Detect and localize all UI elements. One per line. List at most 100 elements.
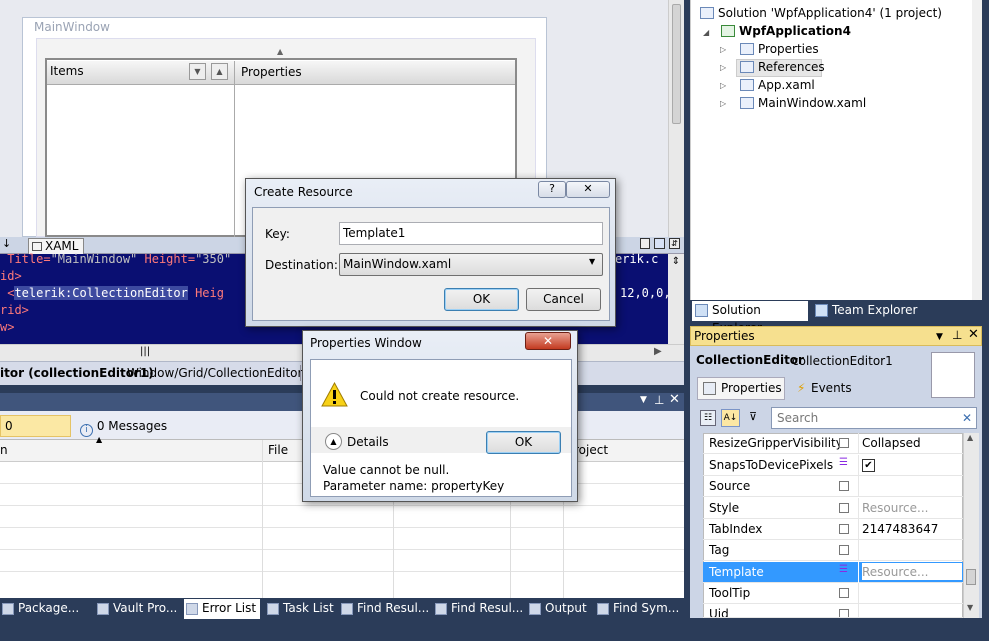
sort-alphabetical-icon[interactable]: A↓ [721,409,740,427]
up-arrow-icon[interactable]: ▲ [211,63,228,80]
breadcrumb-path[interactable]: Window/Grid/CollectionEditor [127,366,302,380]
property-marker-icon[interactable] [839,524,849,534]
property-row[interactable]: Uid [703,604,963,618]
key-input[interactable]: Template1 [339,222,603,245]
property-row[interactable]: TabIndex 2147483647 [703,519,963,540]
collapsed-arrow-icon[interactable]: ▷ [720,81,726,90]
cancel-button[interactable]: Cancel [526,288,601,311]
ok-button[interactable]: OK [486,431,561,454]
close-button[interactable]: ✕ [525,332,571,350]
close-icon[interactable]: ✕ [669,392,680,407]
tab-find-results-2[interactable]: Find Resul... [433,599,523,619]
snaps-checkbox[interactable]: ✔ [862,459,875,472]
swap-panes-icon[interactable]: ↓ [2,237,11,250]
property-row-selected[interactable]: Template ☰ Resource... [703,562,963,583]
scroll-right-icon[interactable]: ▶ [654,346,662,357]
property-marker-icon[interactable] [839,588,849,598]
properties-icon [703,382,716,395]
collapsed-arrow-icon[interactable]: ▷ [720,99,726,108]
property-row[interactable]: ResizeGripperVisibility Collapsed [703,433,963,454]
help-button[interactable]: ? [538,181,566,198]
tab-events[interactable]: ⚡ Events [797,377,852,400]
dropdown-arrow-icon[interactable]: ▼ [189,63,206,80]
tab-team-explorer[interactable]: Team Explorer [812,301,918,321]
window-menu-icon[interactable]: ▼ [640,395,647,405]
column-header[interactable]: n [0,443,8,457]
code-line: rid> [0,303,29,317]
tree-project[interactable]: WpfApplication4 [721,24,851,38]
team-explorer-icon [815,304,828,317]
split-horizontal-icon[interactable] [654,238,665,249]
split-handle-icon[interactable]: ⇕ [670,256,682,270]
split-vertical-icon[interactable] [640,238,650,249]
designer-vertical-scrollbar[interactable] [668,0,684,237]
tree-item-mainwindow-xaml[interactable]: MainWindow.xaml [740,96,866,110]
pin-icon[interactable]: ⊥ [952,326,962,344]
pin-icon[interactable]: ⊥ [654,393,664,407]
tab-find-symbol[interactable]: Find Sym... [595,599,679,619]
chevron-down-icon: ▼ [589,257,596,266]
property-search-input[interactable]: Search ✕ [771,407,977,429]
property-marker-icon[interactable] [839,438,849,448]
element-name[interactable]: collectionEditor1 [792,354,893,368]
property-marker-icon[interactable] [839,609,849,617]
tab-properties[interactable]: Properties [697,377,785,400]
property-row[interactable]: ToolTip [703,583,963,604]
property-row[interactable]: Tag [703,540,963,561]
tree-item-app-xaml[interactable]: App.xaml [740,78,815,92]
property-marker-icon[interactable] [839,481,849,491]
property-grid-scrollbar[interactable]: ▲ ▼ [963,433,979,618]
properties-titlebar: Properties ▼ ⊥ ✕ [690,326,982,346]
scroll-thumb[interactable] [672,4,681,124]
properties-window-error-dialog[interactable]: Properties Window ✕ Could not create res… [302,330,578,502]
solution-explorer[interactable] [690,0,982,300]
ok-button[interactable]: OK [444,288,519,311]
property-row[interactable]: Source [703,476,963,497]
table-row [0,505,684,506]
code-line: w> [0,320,15,334]
property-row[interactable]: Style Resource... [703,498,963,519]
collapsed-arrow-icon[interactable]: ▷ [720,45,726,54]
scroll-up-icon[interactable]: ▲ [967,433,973,442]
window-menu-icon[interactable]: ▼ [936,328,943,346]
tab-package-manager[interactable]: Package... [0,599,79,619]
destination-select[interactable]: MainWindow.xaml ▼ [339,253,603,276]
csharp-project-icon [721,25,735,37]
clear-search-icon[interactable]: ✕ [962,408,972,428]
warnings-filter-button[interactable]: 0 Warnings [0,415,71,453]
tab-task-list[interactable]: Task List [265,599,334,619]
xaml-icon [32,242,42,251]
tree-item-references[interactable]: References [740,60,825,74]
scroll-grip-icon[interactable]: ||| [140,346,150,357]
property-row[interactable]: SnapsToDevicePixels ☰ ✔ [703,455,963,476]
messages-filter-button[interactable]: i 0 Messages [80,415,167,437]
tab-vault-pro[interactable]: Vault Pro... [95,599,177,619]
tab-solution-explorer[interactable]: Solution Explorer [692,301,808,335]
property-marker-icon[interactable] [839,545,849,555]
collapse-pane-icon[interactable]: ⇵ [669,238,680,249]
scroll-down-icon[interactable]: ▼ [967,603,973,612]
tree-solution[interactable]: Solution 'WpfApplication4' (1 project) [700,6,942,20]
categorize-icon[interactable]: ☷ [700,410,716,426]
property-marker-icon[interactable] [839,503,849,513]
expanded-arrow-icon[interactable]: ◢ [703,28,709,37]
close-button[interactable]: ✕ [566,181,610,198]
column-header[interactable]: File [268,443,288,457]
tree-item-properties[interactable]: Properties [740,42,819,56]
details-label[interactable]: Details [347,435,389,449]
scroll-thumb[interactable] [966,569,976,585]
console-icon [2,603,14,615]
column-header[interactable]: roject [574,443,608,457]
tab-error-list[interactable]: Error List [184,599,260,619]
find-results-icon [435,603,447,615]
close-icon[interactable]: ✕ [968,326,979,344]
filter-icon[interactable]: ⊽ [745,410,761,426]
collapse-details-icon[interactable]: ▲ [325,433,342,450]
create-resource-dialog[interactable]: Create Resource ? ✕ Key: Template1 Desti… [245,178,616,327]
data-binding-icon[interactable]: ☰ [839,457,849,468]
resource-binding-icon[interactable]: ☰ [839,564,849,575]
collapsed-arrow-icon[interactable]: ▷ [720,63,726,72]
tab-output[interactable]: Output [527,599,587,619]
solution-explorer-scrollbar[interactable] [972,0,982,300]
tab-find-results-1[interactable]: Find Resul... [339,599,429,619]
